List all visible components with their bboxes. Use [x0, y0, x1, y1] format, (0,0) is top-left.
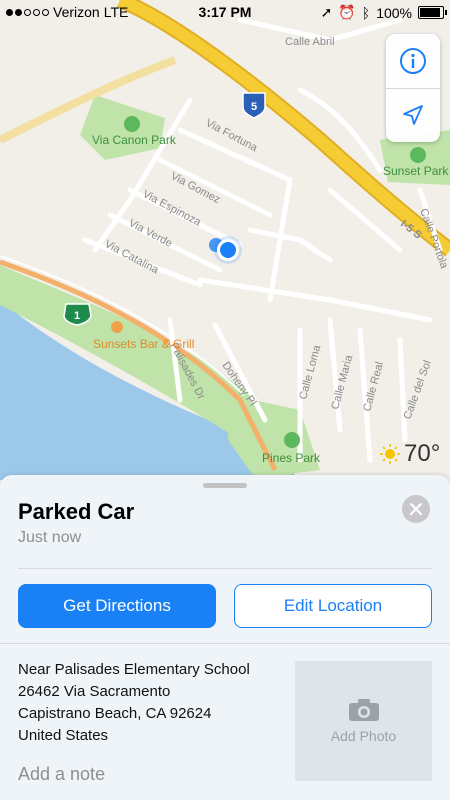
address-block: Near Palisades Elementary School 26462 V… — [18, 659, 250, 747]
temperature: 70° — [404, 440, 441, 467]
add-note-field[interactable]: Add a note — [18, 764, 105, 785]
svg-text:Sunset Park: Sunset Park — [383, 164, 449, 178]
info-button[interactable] — [386, 34, 440, 89]
state-route-shield: 1 — [63, 303, 92, 326]
card-subtitle: Just now — [18, 529, 82, 546]
tree-icon — [410, 147, 426, 163]
svg-text:Via Canon Park: Via Canon Park — [92, 133, 177, 147]
battery-icon — [418, 6, 447, 19]
status-bar: Verizon LTE 3:17 PM ➚ ⏰ ᛒ 100% — [0, 0, 450, 24]
sun-icon — [380, 444, 400, 464]
card-title: Parked Car — [18, 499, 135, 524]
svg-text:1: 1 — [74, 310, 80, 322]
camera-icon — [348, 699, 379, 721]
add-photo-label: Add Photo — [330, 728, 397, 744]
svg-text:Pines Park: Pines Park — [262, 451, 321, 465]
user-location-dot — [214, 236, 242, 264]
address-line: 26462 Via Sacramento — [18, 683, 171, 700]
tree-icon — [124, 116, 140, 132]
alarm-icon: ⏰ — [338, 4, 356, 20]
svg-text:5: 5 — [251, 101, 257, 113]
svg-text:Sunsets Bar & Grill: Sunsets Bar & Grill — [93, 337, 194, 351]
svg-text:Calle Abril: Calle Abril — [285, 36, 335, 48]
sheet-grabber[interactable] — [203, 483, 247, 488]
add-photo-button[interactable]: Add Photo — [295, 661, 432, 781]
tracking-button[interactable] — [386, 88, 440, 142]
weather-widget: 70° — [380, 440, 440, 468]
edit-location-button[interactable]: Edit Location — [234, 584, 432, 628]
tree-icon — [284, 432, 300, 448]
battery-fill — [420, 8, 440, 17]
address-line: Near Palisades Elementary School — [18, 661, 250, 678]
card-divider — [18, 568, 432, 569]
status-right-group: ➚ ⏰ ᛒ 100% — [320, 4, 447, 21]
close-button[interactable] — [402, 495, 430, 523]
bluetooth-icon: ᛒ — [361, 4, 371, 21]
address-line: United States — [18, 727, 109, 744]
battery-percent: 100% — [376, 4, 412, 21]
get-directions-button[interactable]: Get Directions — [18, 584, 216, 628]
location-arrow-icon — [403, 105, 423, 125]
location-services-icon: ➚ — [320, 4, 333, 20]
parked-car-card: Parked Car Just now Get Directions Edit … — [0, 475, 450, 800]
fork-knife-icon — [111, 321, 123, 333]
info-icon — [400, 48, 426, 74]
map-controls — [386, 34, 440, 142]
address-line: Capistrano Beach, CA 92624 — [18, 705, 212, 722]
close-icon — [410, 503, 422, 515]
section-divider — [0, 643, 450, 644]
